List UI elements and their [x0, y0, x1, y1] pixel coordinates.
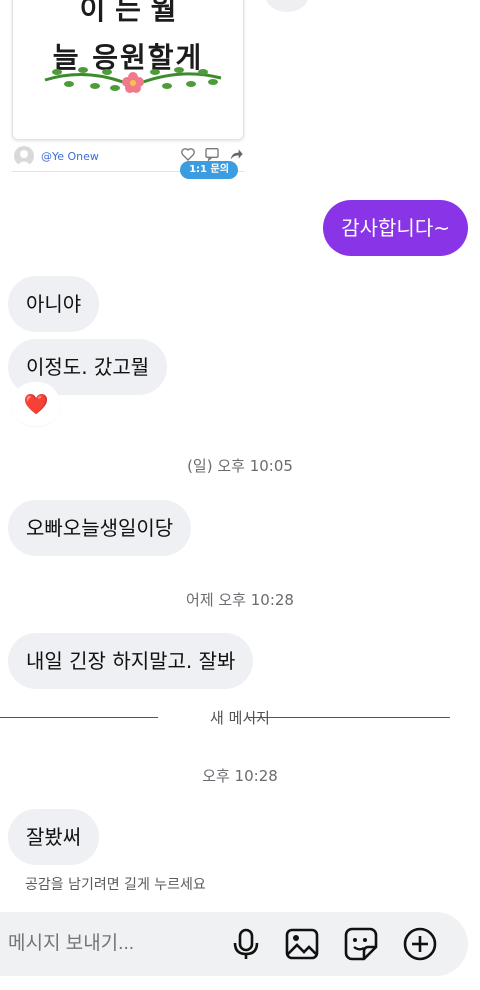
- flower-vine-illustration: [44, 67, 222, 93]
- timestamp: (일) 오후 10:05: [187, 457, 293, 475]
- heart-outline-icon[interactable]: [180, 146, 196, 162]
- sticker-icon[interactable]: [343, 926, 379, 962]
- message-incoming[interactable]: 오빠오늘생일이당: [8, 500, 192, 556]
- image-icon[interactable]: [284, 926, 320, 962]
- message-incoming[interactable]: 내일 긴장 하지말고. 잘봐: [8, 633, 254, 689]
- reaction-hint: 공감을 남기려면 길게 누르세요: [25, 877, 206, 893]
- avatar[interactable]: [14, 146, 34, 166]
- message-outgoing[interactable]: 감사합니다~: [323, 200, 468, 256]
- shared-post-card[interactable]: 이 는 월 늘 응원할게: [12, 0, 244, 140]
- share-arrow-icon[interactable]: [228, 146, 244, 162]
- add-icon[interactable]: [402, 926, 438, 962]
- message-input[interactable]: [8, 912, 208, 976]
- message-reaction[interactable]: ❤️: [14, 384, 58, 424]
- comment-icon[interactable]: [204, 146, 220, 162]
- shared-post-top-text: 이 는 월: [79, 0, 177, 26]
- message-composer: [0, 912, 468, 976]
- shared-post-actions: [180, 146, 244, 162]
- timestamp: 오후 10:28: [202, 767, 278, 785]
- new-messages-divider: 새 메시지: [210, 709, 270, 727]
- shared-post-username[interactable]: @Ye Onew: [41, 150, 99, 163]
- timestamp: 어제 오후 10:28: [186, 591, 294, 609]
- inquiry-badge: 1:1 문의: [180, 161, 238, 179]
- user-icon: [17, 150, 31, 166]
- message-incoming[interactable]: 잘봤써: [8, 809, 100, 865]
- share-button[interactable]: [266, 0, 308, 12]
- microphone-icon[interactable]: [228, 926, 264, 962]
- message-incoming[interactable]: 아니야: [8, 276, 100, 332]
- heart-reaction: ❤️: [23, 392, 49, 416]
